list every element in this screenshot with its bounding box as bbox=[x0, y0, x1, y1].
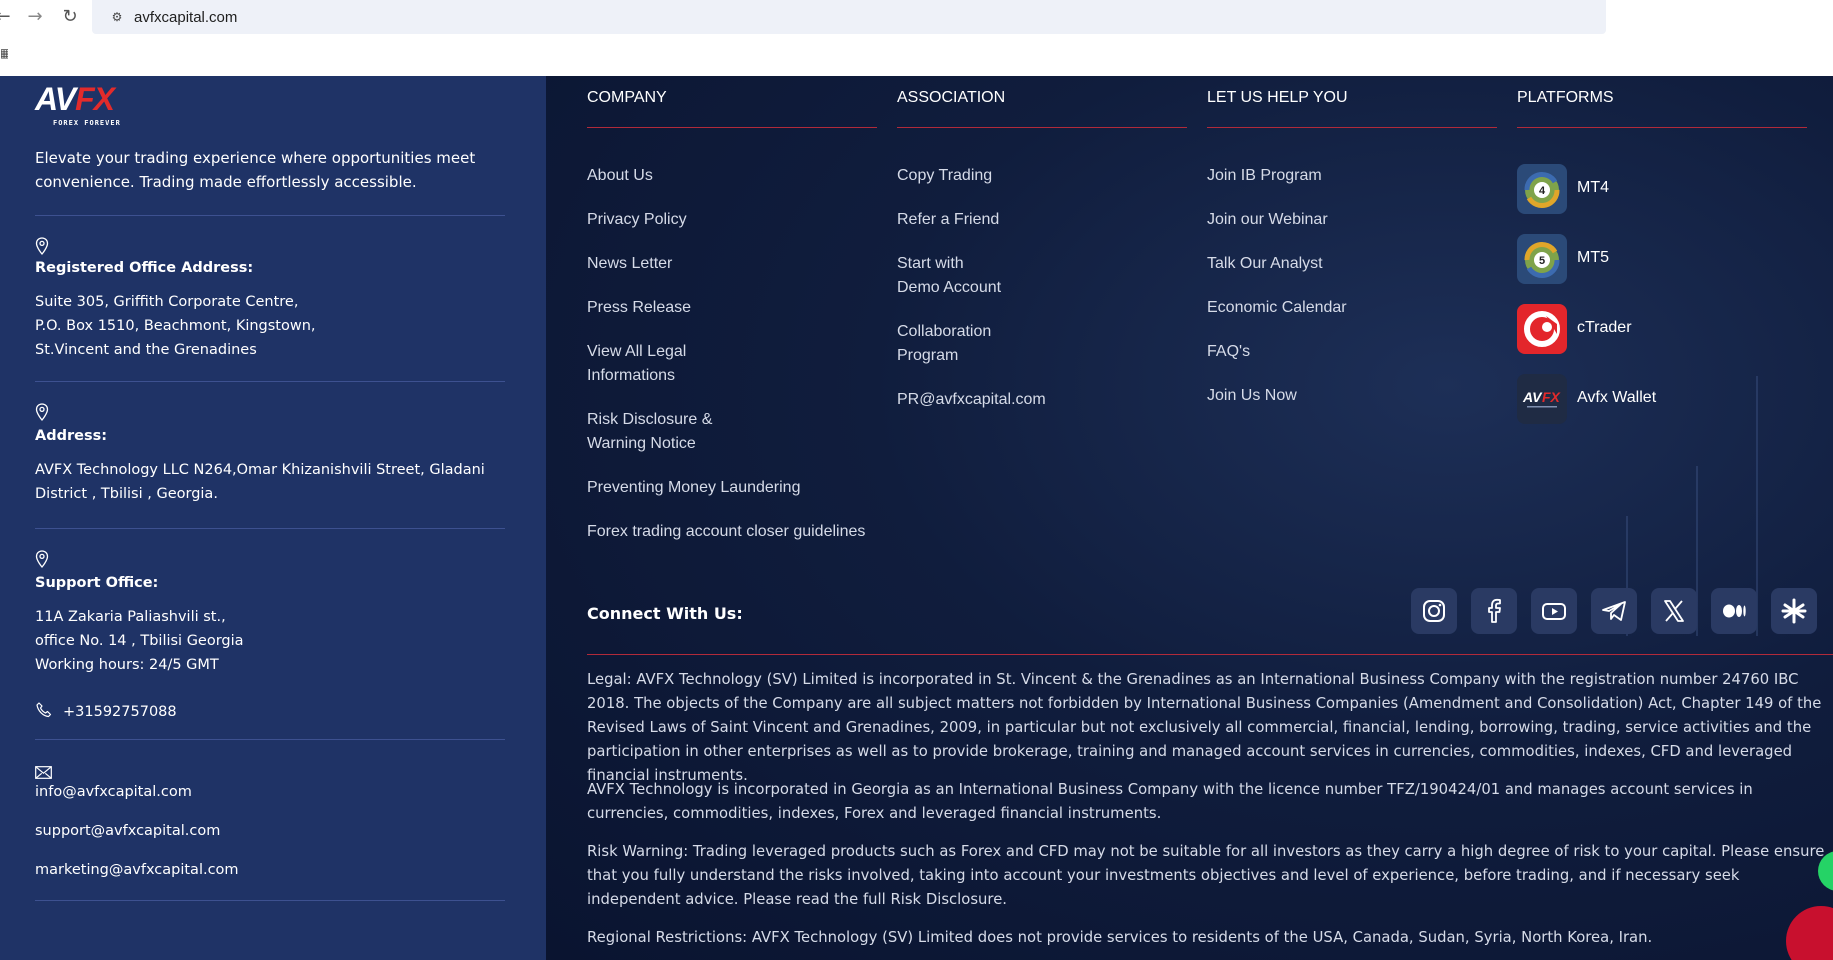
svg-text:FX: FX bbox=[1542, 389, 1562, 405]
company-heading: COMPANY bbox=[587, 89, 667, 106]
legal-divider bbox=[587, 654, 1833, 655]
link-copy-trading[interactable]: Copy Trading bbox=[897, 164, 1187, 188]
support-office-address: 11A Zakaria Paliashvili st., office No. … bbox=[35, 609, 244, 673]
link-talk-analyst[interactable]: Talk Our Analyst bbox=[1207, 252, 1497, 276]
email-support-link[interactable]: support@avfxcapital.com bbox=[35, 823, 220, 839]
support-office-title: Support Office: bbox=[35, 575, 159, 591]
link-collaboration[interactable]: Collaboration Program bbox=[897, 320, 1187, 368]
svg-text:4: 4 bbox=[1539, 185, 1546, 197]
association-heading: ASSOCIATION bbox=[897, 89, 1006, 106]
browser-toolbar: ← → ↻ ⚙ avfxcapital.com bbox=[0, 0, 1833, 34]
link-refer-friend[interactable]: Refer a Friend bbox=[897, 208, 1187, 232]
divider bbox=[35, 215, 505, 216]
location-pin-icon bbox=[35, 550, 49, 568]
connect-label: Connect With Us: bbox=[587, 604, 743, 623]
platform-avfx-wallet[interactable]: AV FX Avfx Wallet bbox=[1517, 374, 1807, 424]
instagram-icon[interactable] bbox=[1411, 588, 1457, 634]
telegram-icon[interactable] bbox=[1591, 588, 1637, 634]
phone-link[interactable]: +31592757088 bbox=[35, 701, 177, 720]
column-divider bbox=[1517, 127, 1807, 128]
medium-icon[interactable] bbox=[1711, 588, 1757, 634]
platforms-heading: PLATFORMS bbox=[1517, 89, 1614, 106]
link-money-laundering[interactable]: Preventing Money Laundering bbox=[587, 476, 877, 500]
mail-icon bbox=[35, 766, 52, 779]
divider bbox=[35, 739, 505, 740]
email-marketing-link[interactable]: marketing@avfxcapital.com bbox=[35, 862, 239, 878]
svg-text:AV: AV bbox=[1522, 389, 1543, 405]
avfx-wallet-icon: AV FX bbox=[1517, 374, 1567, 424]
browser-side-blank bbox=[1606, 0, 1833, 82]
column-divider bbox=[587, 127, 877, 128]
back-icon[interactable]: ← bbox=[0, 6, 14, 28]
divider bbox=[35, 528, 505, 529]
link-privacy-policy[interactable]: Privacy Policy bbox=[587, 208, 877, 232]
legal-paragraph: Legal: AVFX Technology (SV) Limited is i… bbox=[587, 671, 1822, 784]
mt5-icon: 5 bbox=[1517, 234, 1567, 284]
x-icon[interactable] bbox=[1651, 588, 1697, 634]
youtube-icon[interactable] bbox=[1531, 588, 1577, 634]
contact-panel: AVFX FOREX FOREVER Elevate your trading … bbox=[0, 76, 546, 960]
phone-icon bbox=[36, 702, 52, 718]
risk-warning-paragraph: Risk Warning: Trading leveraged products… bbox=[587, 843, 1825, 908]
link-join-us-now[interactable]: Join Us Now bbox=[1207, 384, 1497, 408]
help-heading: LET US HELP YOU bbox=[1207, 89, 1348, 106]
site-settings-icon[interactable]: ⚙ bbox=[108, 8, 126, 26]
platform-ctrader[interactable]: cTrader bbox=[1517, 304, 1807, 354]
divider bbox=[35, 381, 505, 382]
link-account-closer[interactable]: Forex trading account closer guidelines bbox=[587, 520, 907, 544]
location-pin-icon bbox=[35, 403, 49, 421]
column-divider bbox=[897, 127, 1187, 128]
link-press-release[interactable]: Press Release bbox=[587, 296, 877, 320]
email-info-link[interactable]: info@avfxcapital.com bbox=[35, 784, 192, 800]
link-about-us[interactable]: About Us bbox=[587, 164, 877, 188]
address-title: Address: bbox=[35, 428, 108, 444]
platform-mt5[interactable]: 5 MT5 bbox=[1517, 234, 1807, 284]
link-news-letter[interactable]: News Letter bbox=[587, 252, 877, 276]
platform-mt4[interactable]: 4 MT4 bbox=[1517, 164, 1807, 214]
apps-grid-icon[interactable]: ▦ bbox=[0, 46, 8, 60]
address-text: AVFX Technology LLC N264,Omar Khizanishv… bbox=[35, 462, 485, 502]
link-risk-disclosure[interactable]: Risk Disclosure & Warning Notice bbox=[587, 408, 877, 456]
link-join-ib[interactable]: Join IB Program bbox=[1207, 164, 1497, 188]
forward-icon[interactable]: → bbox=[24, 6, 46, 28]
url-text[interactable]: avfxcapital.com bbox=[134, 9, 237, 26]
registered-office-address: Suite 305, Griffith Corporate Centre, P.… bbox=[35, 294, 316, 358]
intro-text: Elevate your trading experience where op… bbox=[35, 149, 476, 191]
georgia-paragraph: AVFX Technology is incorporated in Georg… bbox=[587, 781, 1753, 822]
registered-office-title: Registered Office Address: bbox=[35, 260, 254, 276]
link-view-all-legal[interactable]: View All Legal Informations bbox=[587, 340, 877, 388]
link-demo-account[interactable]: Start with Demo Account bbox=[897, 252, 1187, 300]
reload-icon[interactable]: ↻ bbox=[59, 6, 81, 28]
linktree-icon[interactable] bbox=[1771, 588, 1817, 634]
browser-chrome: ← → ↻ ⚙ avfxcapital.com ▦ bbox=[0, 0, 1833, 76]
link-pr-email[interactable]: PR@avfxcapital.com bbox=[897, 388, 1187, 412]
location-pin-icon bbox=[35, 237, 49, 255]
svg-text:5: 5 bbox=[1539, 255, 1545, 267]
links-area: COMPANY About Us Privacy Policy News Let… bbox=[546, 76, 1833, 960]
divider bbox=[35, 900, 505, 901]
facebook-icon[interactable] bbox=[1471, 588, 1517, 634]
ctrader-icon bbox=[1517, 304, 1567, 354]
address-bar[interactable]: ⚙ avfxcapital.com bbox=[92, 0, 1606, 34]
link-economic-calendar[interactable]: Economic Calendar bbox=[1207, 296, 1497, 320]
column-divider bbox=[1207, 127, 1497, 128]
link-faqs[interactable]: FAQ's bbox=[1207, 340, 1497, 364]
mt4-icon: 4 bbox=[1517, 164, 1567, 214]
logo-mark: AVFX bbox=[35, 81, 115, 117]
live-chat-button[interactable] bbox=[1786, 906, 1833, 960]
avfx-logo[interactable]: AVFX FOREX FOREVER bbox=[35, 81, 145, 129]
link-join-webinar[interactable]: Join our Webinar bbox=[1207, 208, 1497, 232]
regional-restrictions-paragraph: Regional Restrictions: AVFX Technology (… bbox=[587, 929, 1653, 946]
footer-page: AVFX FOREX FOREVER Elevate your trading … bbox=[0, 76, 1833, 960]
logo-tagline: FOREX FOREVER bbox=[53, 119, 121, 127]
